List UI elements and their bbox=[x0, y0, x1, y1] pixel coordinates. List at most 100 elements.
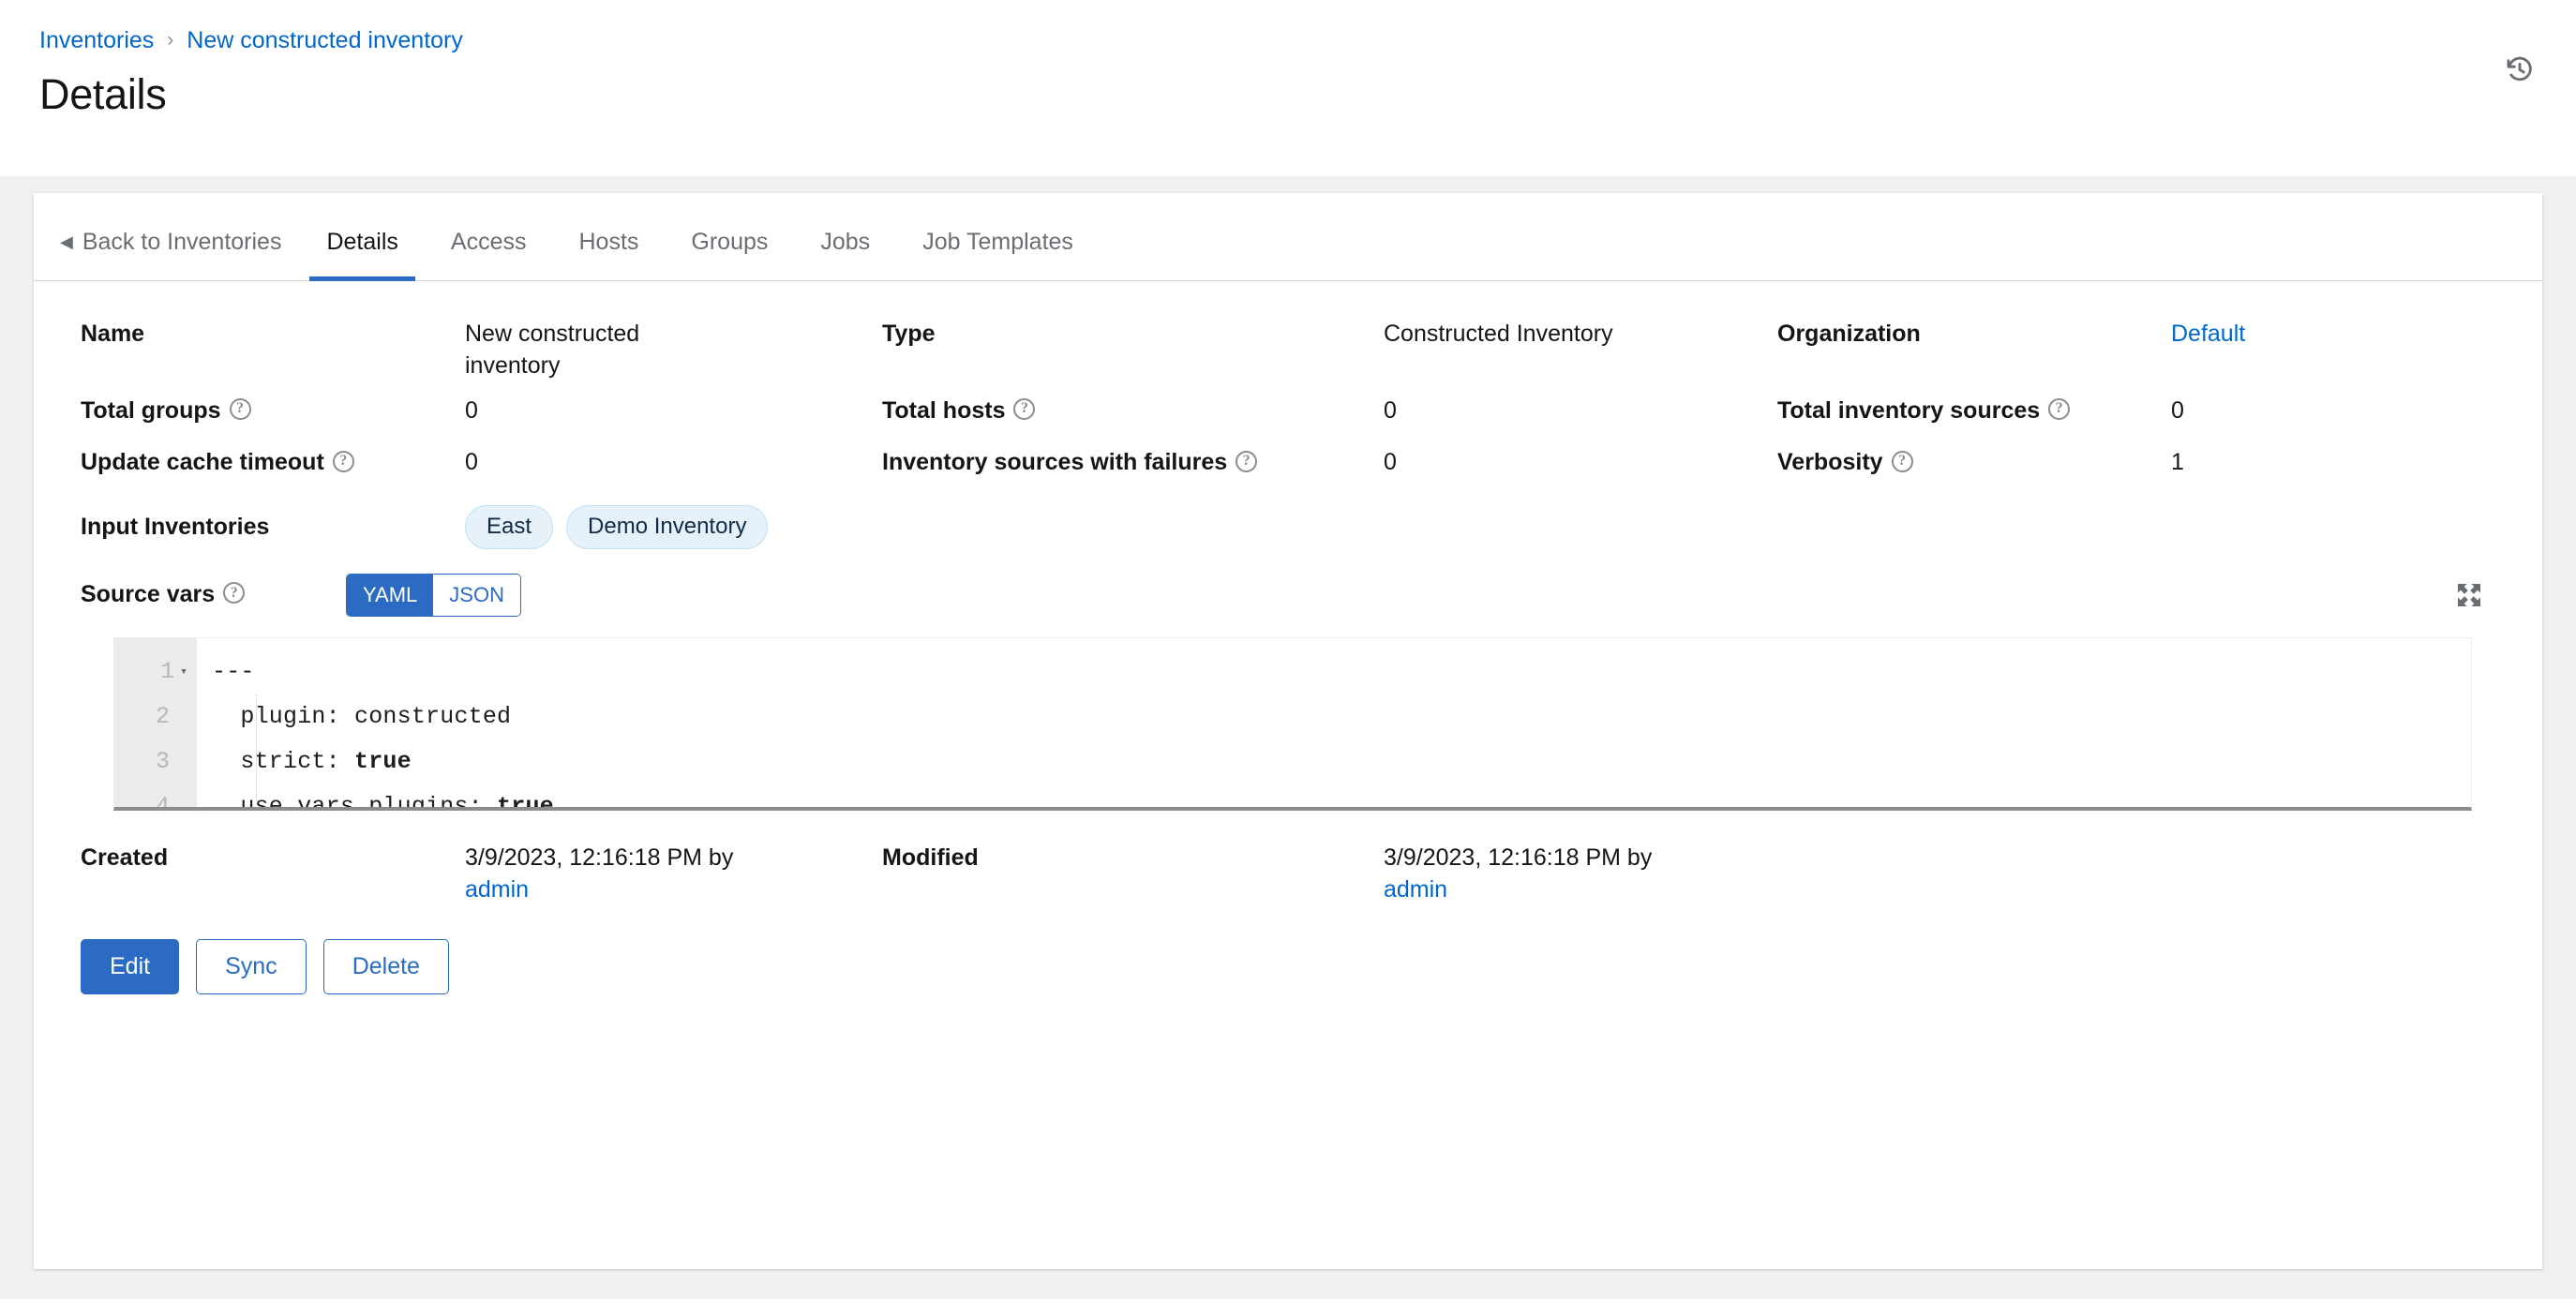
detail-value-name: New constructed inventory bbox=[465, 319, 732, 382]
detail-field-total-groups: Total groups ? 0 bbox=[81, 396, 882, 427]
history-icon[interactable] bbox=[2499, 49, 2540, 90]
code-line-number: 1 ▾ bbox=[114, 650, 197, 694]
line-number-text: 4 bbox=[156, 793, 170, 811]
detail-label-text: Total groups bbox=[81, 396, 221, 427]
expand-icon[interactable] bbox=[2454, 580, 2484, 610]
detail-label-verbosity: Verbosity ? bbox=[1777, 447, 2171, 479]
code-line: plugin: constructed bbox=[197, 694, 2471, 739]
created-timestamp: 3/9/2023, 12:16:18 PM by bbox=[465, 844, 733, 871]
chevron-left-icon: ◀ bbox=[60, 233, 73, 250]
breadcrumb-item-inventories[interactable]: Inventories bbox=[39, 29, 154, 52]
detail-card: ◀ Back to Inventories Details Access Hos… bbox=[34, 193, 2542, 1269]
detail-label-source-vars: Source vars ? bbox=[81, 579, 346, 611]
detail-value-type: Constructed Inventory bbox=[1384, 319, 1613, 351]
code-gutter: 1 ▾ 2 3 4 bbox=[114, 638, 197, 807]
detail-label-update-cache-timeout: Update cache timeout ? bbox=[81, 447, 465, 479]
code-content[interactable]: --- plugin: constructed strict: true use… bbox=[197, 638, 2471, 807]
detail-label-text: Source vars bbox=[81, 579, 215, 611]
detail-label-text: Inventory sources with failures bbox=[882, 447, 1227, 479]
meta-grid: Created 3/9/2023, 12:16:18 PM by admin M… bbox=[34, 811, 2542, 906]
code-line-number: 2 bbox=[114, 694, 197, 739]
detail-row-secondary: Update cache timeout ? 0 Inventory sourc… bbox=[81, 447, 2495, 479]
line-number-text: 2 bbox=[156, 703, 170, 730]
code-line-text: --- bbox=[212, 658, 255, 685]
detail-field-created: Created 3/9/2023, 12:16:18 PM by admin bbox=[81, 843, 882, 906]
line-number-text: 3 bbox=[156, 748, 170, 775]
detail-value-total-hosts: 0 bbox=[1384, 396, 1397, 427]
toggle-yaml-button[interactable]: YAML bbox=[347, 575, 433, 616]
details-grid: Name New constructed inventory Type Cons… bbox=[34, 281, 2542, 549]
detail-label-organization: Organization bbox=[1777, 319, 2171, 351]
source-vars-row: Source vars ? YAML JSON bbox=[34, 574, 2542, 617]
detail-label-total-hosts: Total hosts ? bbox=[882, 396, 1384, 427]
detail-label-total-inventory-sources: Total inventory sources ? bbox=[1777, 396, 2171, 427]
detail-value-total-inventory-sources: 0 bbox=[2171, 396, 2184, 427]
expand-icon-svg bbox=[2454, 580, 2484, 610]
tab-hosts[interactable]: Hosts bbox=[552, 231, 665, 280]
sync-button[interactable]: Sync bbox=[196, 939, 307, 994]
tab-details[interactable]: Details bbox=[300, 231, 424, 280]
detail-label-text: Total inventory sources bbox=[1777, 396, 2040, 427]
tab-groups[interactable]: Groups bbox=[665, 231, 794, 280]
breadcrumb-item-current[interactable]: New constructed inventory bbox=[187, 29, 463, 52]
chip-east[interactable]: East bbox=[465, 505, 553, 549]
detail-value-update-cache-timeout: 0 bbox=[465, 447, 478, 479]
detail-field-update-cache-timeout: Update cache timeout ? 0 bbox=[81, 447, 882, 479]
help-icon[interactable]: ? bbox=[230, 398, 251, 420]
created-by-user-link[interactable]: admin bbox=[465, 876, 529, 903]
detail-label-text: Verbosity bbox=[1777, 447, 1883, 479]
detail-field-name: Name New constructed inventory bbox=[81, 319, 882, 382]
help-icon[interactable]: ? bbox=[1892, 451, 1913, 472]
page-body: ◀ Back to Inventories Details Access Hos… bbox=[0, 176, 2576, 1299]
detail-value-verbosity: 1 bbox=[2171, 447, 2184, 479]
help-icon[interactable]: ? bbox=[1013, 398, 1035, 420]
help-icon[interactable]: ? bbox=[2048, 398, 2070, 420]
line-number-text: 1 bbox=[160, 658, 174, 685]
detail-field-organization: Organization Default bbox=[1777, 319, 2490, 382]
detail-field-total-inventory-sources: Total inventory sources ? 0 bbox=[1777, 396, 2490, 427]
detail-row-input-inventories: Input Inventories East Demo Inventory bbox=[81, 505, 2495, 549]
tab-job-templates[interactable]: Job Templates bbox=[896, 231, 1100, 280]
tab-back-to-inventories[interactable]: ◀ Back to Inventories bbox=[47, 231, 300, 280]
detail-label-name: Name bbox=[81, 319, 465, 351]
detail-field-type: Type Constructed Inventory bbox=[882, 319, 1777, 382]
detail-row-meta: Created 3/9/2023, 12:16:18 PM by admin M… bbox=[81, 843, 2495, 906]
tab-label: Back to Inventories bbox=[82, 231, 282, 254]
code-line: use_vars_plugins: true bbox=[197, 784, 2471, 811]
help-icon[interactable]: ? bbox=[1236, 451, 1257, 472]
help-icon[interactable]: ? bbox=[333, 451, 354, 472]
organization-link[interactable]: Default bbox=[2171, 321, 2245, 347]
page-title: Details bbox=[39, 71, 2537, 118]
toggle-json-button[interactable]: JSON bbox=[433, 575, 520, 616]
detail-label-created: Created bbox=[81, 843, 465, 874]
detail-row-primary: Name New constructed inventory Type Cons… bbox=[81, 319, 2495, 382]
chip-demo-inventory[interactable]: Demo Inventory bbox=[566, 505, 768, 549]
code-line-text: strict: bbox=[212, 748, 354, 775]
code-line: strict: true bbox=[197, 739, 2471, 784]
modified-by-user-link[interactable]: admin bbox=[1384, 876, 1447, 903]
detail-label-text: Update cache timeout bbox=[81, 447, 324, 479]
delete-button[interactable]: Delete bbox=[323, 939, 449, 994]
code-line: --- bbox=[197, 650, 2471, 694]
edit-button[interactable]: Edit bbox=[81, 939, 179, 994]
input-inventory-chips: East Demo Inventory bbox=[465, 505, 768, 549]
detail-field-total-hosts: Total hosts ? 0 bbox=[882, 396, 1777, 427]
help-icon[interactable]: ? bbox=[223, 582, 245, 604]
tab-jobs[interactable]: Jobs bbox=[794, 231, 896, 280]
detail-field-input-inventories: Input Inventories East Demo Inventory bbox=[81, 505, 882, 549]
code-line-bold: true bbox=[354, 748, 412, 775]
source-vars-code-editor[interactable]: 1 ▾ 2 3 4 --- plugin: c bbox=[113, 637, 2472, 811]
tab-access[interactable]: Access bbox=[425, 231, 553, 280]
detail-label-input-inventories: Input Inventories bbox=[81, 512, 465, 544]
detail-value-total-groups: 0 bbox=[465, 396, 478, 427]
page-header: Inventories › New constructed inventory … bbox=[0, 0, 2576, 176]
fold-toggle-icon[interactable]: ▾ bbox=[180, 665, 187, 678]
code-line-number: 3 bbox=[114, 739, 197, 784]
detail-label-type: Type bbox=[882, 319, 1384, 351]
detail-label-inventory-sources-with-failures: Inventory sources with failures ? bbox=[882, 447, 1384, 479]
source-vars-format-toggle: YAML JSON bbox=[346, 574, 521, 617]
detail-value-inventory-sources-with-failures: 0 bbox=[1384, 447, 1397, 479]
detail-field-modified: Modified 3/9/2023, 12:16:18 PM by admin bbox=[882, 843, 1777, 906]
modified-timestamp: 3/9/2023, 12:16:18 PM by bbox=[1384, 844, 1652, 871]
detail-label-text: Total hosts bbox=[882, 396, 1005, 427]
